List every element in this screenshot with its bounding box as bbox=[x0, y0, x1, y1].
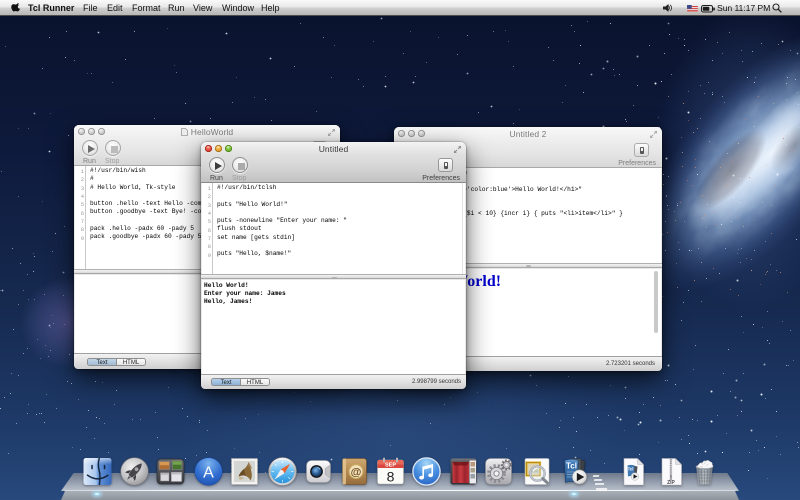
svg-text:8: 8 bbox=[387, 469, 395, 485]
svg-text:A: A bbox=[203, 494, 214, 500]
svg-text:8: 8 bbox=[387, 491, 395, 500]
svg-text:@: @ bbox=[351, 467, 362, 479]
svg-text:Tcl: Tcl bbox=[566, 462, 577, 471]
svg-text:ZIP: ZIP bbox=[667, 480, 675, 486]
svg-text:A: A bbox=[203, 465, 214, 482]
svg-text:ZIP: ZIP bbox=[667, 490, 675, 496]
svg-text:Tcl: Tcl bbox=[628, 467, 634, 472]
